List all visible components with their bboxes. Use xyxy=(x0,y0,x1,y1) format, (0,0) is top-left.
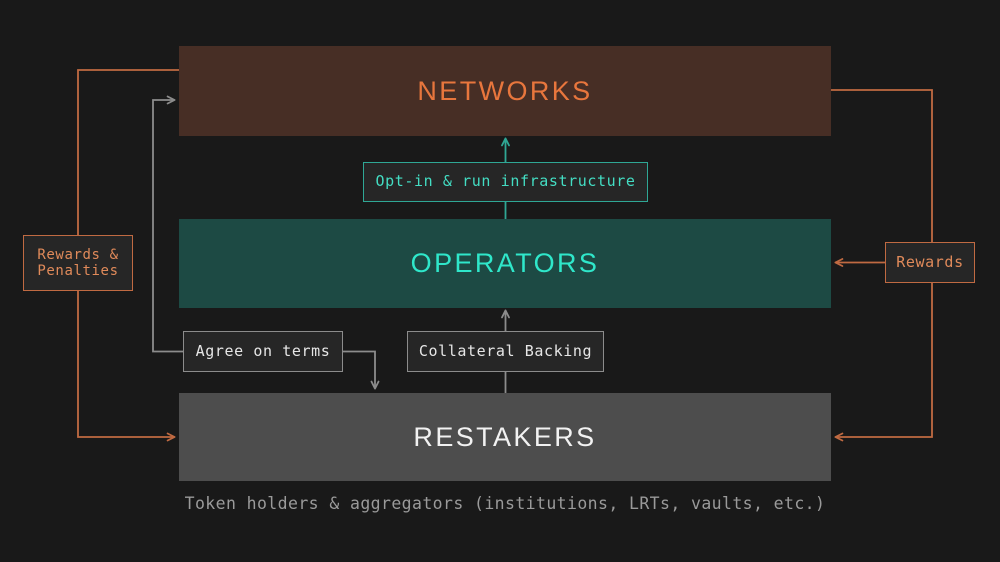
wire-rewards-penalties-lower xyxy=(77,291,176,442)
wire-rewards-penalties-upper xyxy=(77,69,179,235)
block-restakers[interactable]: RESTAKERS xyxy=(179,393,831,481)
edge-label-optin: Opt-in & run infrastructure xyxy=(363,162,648,202)
block-operators[interactable]: OPERATORS xyxy=(179,219,831,308)
edge-label-rewards-and-penalties: Rewards & Penalties xyxy=(23,235,133,291)
block-operators-title: OPERATORS xyxy=(410,248,600,278)
diagram-canvas: NETWORKS OPERATORS RESTAKERS Opt-in & ru… xyxy=(0,0,1000,562)
block-restakers-title: RESTAKERS xyxy=(413,421,597,452)
edge-label-collateral-backing: Collateral Backing xyxy=(407,331,604,372)
block-networks-title: NETWORKS xyxy=(417,75,593,106)
wire-agree-to-restakers xyxy=(343,350,380,390)
edge-label-agree-on-terms: Agree on terms xyxy=(183,331,343,372)
edge-label-rewards: Rewards xyxy=(885,242,975,283)
block-networks[interactable]: NETWORKS xyxy=(179,46,831,136)
restakers-caption: Token holders & aggregators (institution… xyxy=(184,494,826,513)
